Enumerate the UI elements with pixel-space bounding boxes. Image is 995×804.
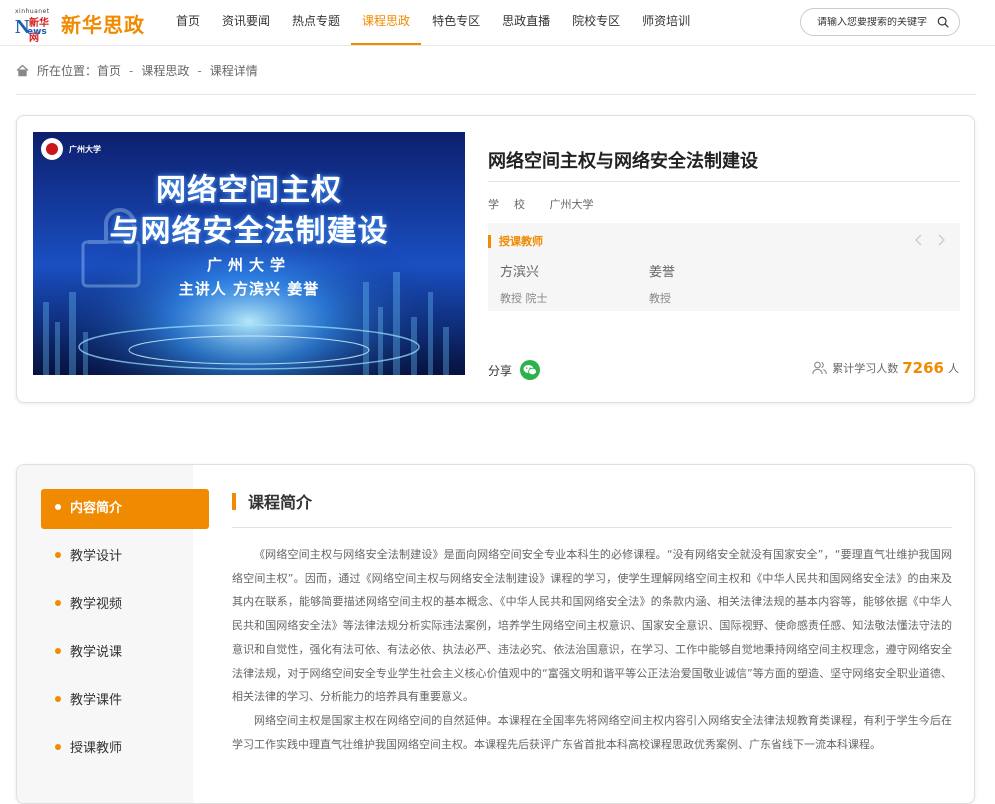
detail-sidebar: 内容简介 教学设计 教学视频 教学说课 教学课件 授课教师	[17, 465, 209, 803]
breadcrumb-current: 课程详情	[209, 64, 258, 78]
chevron-right-icon[interactable]	[936, 234, 946, 246]
bullet-dot	[55, 503, 61, 510]
nav-home[interactable]: 首页	[165, 0, 211, 45]
nav-featured[interactable]: 特色专区	[421, 0, 491, 45]
sidebar-item-label: 教学视频	[70, 597, 123, 612]
sidebar-item-label: 教学设计	[70, 549, 123, 564]
nav-live[interactable]: 思政直播	[491, 0, 561, 45]
section-title: 课程简介	[248, 493, 313, 512]
bullet-dot	[55, 695, 61, 702]
course-info-card: 广州大学 网络空间主权 与网络安全法制建设 广州大学 主讲人 方滨兴 姜誉 网络…	[16, 115, 975, 403]
course-detail-card: 内容简介 教学设计 教学视频 教学说课 教学课件 授课教师 课程简介 《网络空间…	[16, 464, 975, 804]
teacher-panel: 授课教师 方滨兴 教授 院士 姜誉 教授	[488, 223, 960, 311]
sidebar-item-label: 教学课件	[70, 693, 123, 708]
search-input[interactable]	[817, 16, 937, 28]
learners-label: 累计学习人数	[832, 362, 899, 375]
bullet-dot	[55, 551, 61, 558]
main-nav: 首页 资讯要闻 热点专题 课程思政 特色专区 思政直播 院校专区 师资培训	[165, 0, 701, 45]
teacher-card[interactable]: 方滨兴 教授 院士	[500, 261, 548, 306]
school-name[interactable]: 广州大学	[550, 198, 594, 211]
sidebar-item-label: 授课教师	[70, 741, 123, 756]
school-row: 学校 广州大学	[488, 196, 594, 212]
breadcrumb-separator: -	[129, 63, 134, 78]
learners-number: 7266	[902, 359, 944, 377]
logo-text: 新华思政	[61, 12, 145, 37]
search-icon[interactable]	[937, 15, 949, 29]
home-icon	[16, 64, 29, 77]
breadcrumb-separator: -	[197, 63, 202, 78]
sidebar-item-video[interactable]: 教学视频	[41, 585, 209, 625]
teachers-label: 授课教师	[499, 235, 543, 248]
nav-topics[interactable]: 热点专题	[281, 0, 351, 45]
breadcrumb-courses[interactable]: 课程思政	[141, 62, 189, 79]
top-header: xinhuanet N 新华网 ews 新华思政 首页 资讯要闻 热点专题 课程…	[0, 0, 995, 46]
logo-ews: ews	[27, 27, 47, 37]
wechat-icon[interactable]	[520, 360, 541, 380]
sidebar-item-slides[interactable]: 教学课件	[41, 681, 209, 721]
nav-training[interactable]: 师资培训	[631, 0, 701, 45]
xinhua-news-logo-icon: xinhuanet N 新华网 ews	[15, 8, 55, 44]
cover-school-logo: 广州大学	[41, 138, 101, 160]
school-label: 学校	[488, 198, 540, 211]
cover-title-line2: 与网络安全法制建设	[109, 214, 389, 249]
cover-speakers: 主讲人 方滨兴 姜誉	[178, 280, 320, 298]
heading-accent-bar	[488, 234, 491, 248]
share-label: 分享	[488, 363, 513, 378]
sidebar-item-intro[interactable]: 内容简介	[41, 489, 209, 529]
cover-logo-text: 广州大学	[69, 144, 101, 154]
sidebar-item-label: 教学说课	[70, 645, 123, 660]
search-box	[800, 8, 960, 36]
teacher-pager	[914, 234, 946, 246]
chevron-left-icon[interactable]	[914, 234, 924, 246]
school-seal-icon	[41, 138, 63, 160]
learners-unit: 人	[948, 362, 959, 375]
breadcrumb-home[interactable]: 首页	[97, 62, 121, 79]
sidebar-item-talk[interactable]: 教学说课	[41, 633, 209, 673]
breadcrumb-prefix: 所在位置：	[37, 64, 98, 78]
heading-accent-bar	[232, 492, 236, 510]
title-divider	[488, 181, 960, 182]
course-intro-text: 《网络空间主权与网络安全法制建设》是面向网络空间安全专业本科生的必修课程。“没有…	[232, 543, 952, 756]
breadcrumb: 所在位置： 首页 - 课程思政 - 课程详情	[16, 62, 258, 79]
sidebar-item-label: 内容简介	[70, 501, 123, 516]
course-title: 网络空间主权与网络安全法制建设	[488, 151, 758, 172]
bullet-dot	[55, 599, 61, 606]
bullet-dot	[55, 647, 61, 654]
nav-schools[interactable]: 院校专区	[561, 0, 631, 45]
breadcrumb-divider	[16, 94, 976, 95]
users-icon	[812, 361, 828, 375]
site-logo[interactable]: xinhuanet N 新华网 ews 新华思政	[15, 8, 145, 44]
nav-courses[interactable]: 课程思政	[351, 0, 422, 45]
teacher-name: 方滨兴	[500, 265, 540, 280]
cover-school: 广州大学	[206, 256, 291, 274]
nav-news[interactable]: 资讯要闻	[211, 0, 281, 45]
teacher-card[interactable]: 姜誉 教授	[649, 261, 675, 306]
course-cover-image[interactable]: 广州大学 网络空间主权 与网络安全法制建设 广州大学 主讲人 方滨兴 姜誉	[33, 132, 465, 375]
learners-count-row: 累计学习人数 7266 人	[812, 359, 959, 377]
teacher-name: 姜誉	[649, 265, 676, 280]
intro-paragraph: 网络空间主权是国家主权在网络空间的自然延伸。本课程在全国率先将网络空间主权内容引…	[232, 713, 952, 751]
bullet-dot	[55, 743, 61, 750]
share-row: 分享	[488, 360, 541, 380]
section-divider	[232, 527, 952, 528]
sidebar-item-design[interactable]: 教学设计	[41, 537, 209, 577]
section-heading: 课程简介	[232, 491, 313, 512]
teacher-title: 教授	[649, 292, 671, 305]
intro-paragraph: 《网络空间主权与网络安全法制建设》是面向网络空间安全专业本科生的必修课程。“没有…	[232, 548, 952, 704]
sidebar-item-teachers[interactable]: 授课教师	[41, 729, 209, 769]
cover-title-line1: 网络空间主权	[156, 173, 342, 208]
teacher-panel-heading: 授课教师	[488, 234, 543, 248]
teacher-title: 教授 院士	[500, 292, 548, 305]
